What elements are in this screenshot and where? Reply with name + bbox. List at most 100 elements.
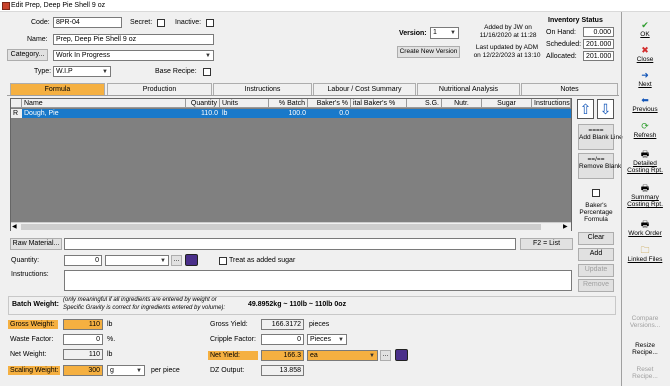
row-bakers: 0.0 [339,110,349,117]
update-button[interactable]: Update [578,264,614,277]
clear-button[interactable]: Clear [578,232,614,245]
scroll-left-icon[interactable]: ◀ [12,223,17,231]
gross-yield-label: Gross Yield: [210,321,248,328]
cripple-unit-select[interactable]: Pieces ▼ [307,334,347,345]
quantity-label: Quantity: [11,257,40,264]
refresh-button[interactable]: ⟳ Refresh [623,119,667,143]
base-recipe-checkbox[interactable] [203,68,211,76]
grid-col-nutr[interactable]: Nutr. [442,99,482,108]
gross-weight-label: Gross Weight: [8,320,58,329]
quantity-input[interactable]: 0 [64,255,102,266]
tab-nutritional-analysis[interactable]: Nutritional Analysis [417,83,520,95]
remove-button[interactable]: Remove [578,279,614,292]
row-quantity: 110.0 [201,110,218,117]
added-by: Added by JW on [484,24,532,31]
grid-col-units[interactable]: Units [220,99,269,108]
remove-blank-line-button[interactable]: ==/== Remove Blank Line [578,153,635,179]
category-button[interactable]: Category... [7,49,48,61]
next-label: Next [638,81,652,88]
raw-material-button[interactable]: Raw Material... [10,238,62,250]
net-yield-label: Net Yield: [208,351,258,360]
grid-header-marker [11,99,22,108]
next-arrow-icon: ➜ [641,70,649,80]
grid-col-total-bakers[interactable]: ital Baker's % [351,99,407,108]
quantity-browse-button[interactable]: ... [171,255,182,266]
dz-output-label: DZ Output: [210,367,245,374]
net-yield-input[interactable]: 166.3 [261,350,304,361]
type-select[interactable]: W.I.P ▼ [53,66,111,77]
tab-notes[interactable]: Notes [521,83,618,95]
dz-output-value: 13.858 [261,365,304,376]
code-input[interactable]: 8PR-04 [53,17,122,28]
next-button[interactable]: ➜ Next [623,68,667,92]
bakers-percentage-label: Baker's Percentage Formula [579,202,613,223]
create-new-version-button[interactable]: Create New Version [397,46,460,58]
scaling-unit-select[interactable]: g ▼ [107,365,145,376]
grid-hscrollbar[interactable]: ◀ ▶ [11,222,571,231]
name-input[interactable]: Prep, Deep Pie Shell 9 oz [53,34,214,45]
grid-col-name[interactable]: Name [22,99,186,108]
bakers-percentage-checkbox[interactable] [592,189,600,197]
ok-button[interactable]: ✔ OK [623,18,667,42]
formula-grid[interactable]: Name Quantity Units % Batch Baker's % it… [10,98,572,231]
chevron-down-icon: ▼ [369,353,375,359]
table-row[interactable]: R Dough, Pie 110.0 lb 100.0 0.0 [11,109,571,118]
gross-weight-input[interactable]: 110 [63,319,103,330]
work-order-button[interactable]: 🖶 Work Order [623,217,667,241]
previous-label: Previous [632,106,658,113]
cripple-factor-input[interactable]: 0 [261,334,304,345]
batch-weight-value: 49.8952kg ~ 110lb ~ 110lb 0oz [248,301,347,308]
scroll-right-icon[interactable]: ▶ [563,223,568,231]
treat-as-added-sugar-checkbox[interactable] [219,257,227,265]
previous-button[interactable]: ⬅ Previous [623,93,667,117]
scroll-thumb[interactable] [21,224,541,230]
scaling-unit-value: g [110,367,114,374]
raw-material-input[interactable] [64,238,516,250]
grid-col-quantity[interactable]: Quantity [186,99,220,108]
add-line-marker: ==== [588,127,604,134]
compare-versions-button[interactable]: Compare Versions... [623,311,667,337]
tab-labour-cost-summary[interactable]: Labour / Cost Summary [313,83,416,95]
book-icon[interactable] [395,349,408,361]
grid-col-bakers[interactable]: Baker's % [308,99,351,108]
tab-formula[interactable]: Formula [10,83,105,95]
add-blank-line-button[interactable]: ==== Add Blank Line [578,124,623,150]
reset-recipe-button[interactable]: Reset Recipe... [623,362,667,386]
move-down-arrow-icon[interactable]: ⇩ [597,99,614,119]
tab-instructions[interactable]: Instructions [213,83,312,95]
net-yield-browse-button[interactable]: ... [380,350,391,361]
scaling-weight-input[interactable]: 300 [63,365,103,376]
updated-date: on 12/22/2023 at 13:10 [473,52,541,59]
instructions-textarea[interactable] [64,270,572,291]
folder-icon: 🗀 [640,245,650,255]
inactive-checkbox[interactable] [206,19,214,27]
net-yield-unit-select[interactable]: ea ▼ [307,350,378,361]
f2-list-button[interactable]: F2 = List [520,238,573,250]
linked-files-button[interactable]: 🗀 Linked Files [623,243,667,267]
category-value: Work In Progress [56,52,110,59]
category-select[interactable]: Work In Progress ▼ [53,50,214,61]
grid-col-sugar[interactable]: Sugar [482,99,532,108]
row-units: lb [222,110,228,117]
waste-factor-input[interactable]: 0 [63,334,103,345]
version-value: 1 [433,29,437,36]
previous-arrow-icon: ⬅ [641,95,649,105]
version-select[interactable]: 1 ▼ [430,27,459,39]
detailed-costing-report-button[interactable]: 🖶 Detailed Costing Rpt. [623,147,667,175]
resize-recipe-button[interactable]: Resize Recipe... [623,338,667,364]
summary-costing-report-button[interactable]: 🖶 Summary Costing Rpt. [623,181,667,209]
remove-line-marker: ==/== [587,156,605,163]
add-button[interactable]: Add [578,248,614,261]
grid-col-batch[interactable]: % Batch [269,99,308,108]
book-icon[interactable] [185,254,198,266]
grid-col-instructions[interactable]: Instructions [532,99,571,108]
on-hand-label: On Hand: [546,29,576,36]
move-up-arrow-icon[interactable]: ⇧ [577,99,594,119]
add-blank-line-label: Add Blank Line [579,134,623,141]
tab-production[interactable]: Production [107,83,212,95]
quantity-unit-select[interactable]: ▼ [105,255,169,266]
secret-checkbox[interactable] [157,19,165,27]
grid-col-sg[interactable]: S.G. [407,99,442,108]
close-button[interactable]: ✖ Close [623,43,667,67]
inventory-status-title: Inventory Status [548,17,603,24]
